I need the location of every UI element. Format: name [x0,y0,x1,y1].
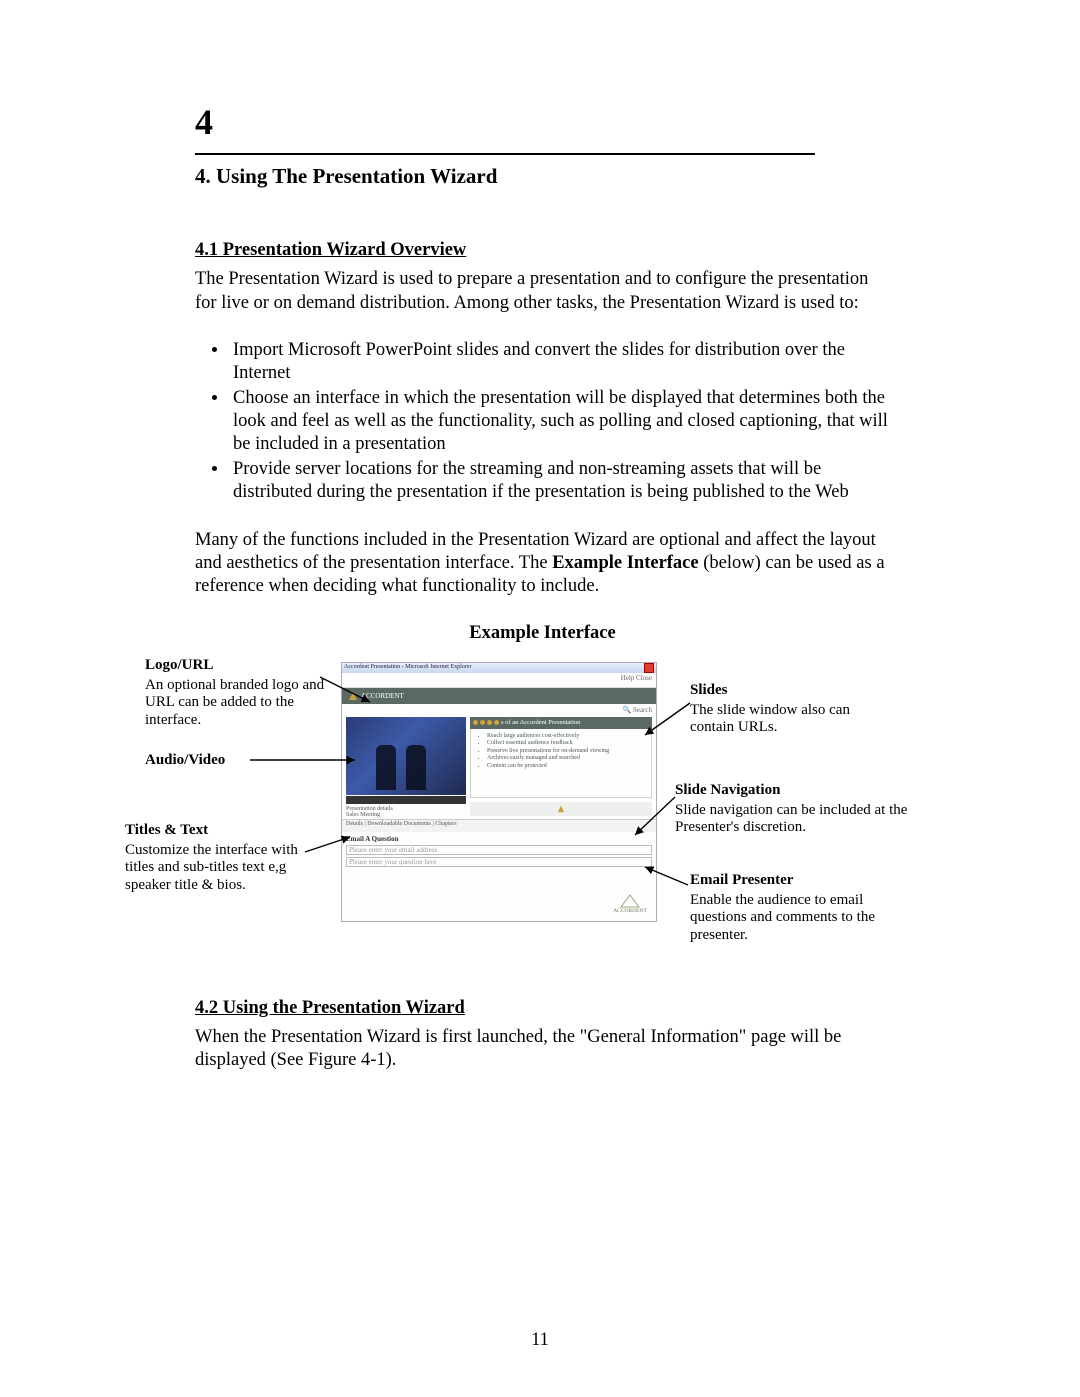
list-item: Provide server locations for the streami… [229,458,890,504]
feature-bullet-list: Import Microsoft PowerPoint slides and c… [195,339,890,505]
video-meta: Presentation details Sales Meeting [346,806,466,819]
section-4-2-paragraph: When the Presentation Wizard is first la… [195,1026,890,1072]
slide-footer [470,802,652,816]
section-title: 4. Using The Presentation Wizard [195,163,890,189]
window-toolbar: Help Close [342,673,656,688]
question-input: Please enter your question here [346,857,652,867]
subsection-4-1-title: 4.1 Presentation Wizard Overview [195,239,890,262]
search-label: Search [633,706,652,714]
brand-bar: ACCORDENT [342,688,656,704]
example-interface-bold: Example Interface [552,553,698,573]
list-item: Import Microsoft PowerPoint slides and c… [229,339,890,385]
callout-title: Slide Navigation [675,782,955,800]
chapter-number: 4 [195,100,890,145]
video-controls [346,796,466,804]
annotated-figure: Logo/URL An optional branded logo and UR… [120,657,950,957]
close-icon [644,663,654,673]
email-address-input: Please enter your email address [346,845,652,855]
callout-titles-text: Titles & Text Customize the interface wi… [125,822,320,895]
brand-name: ACCORDENT [361,692,404,701]
figure-caption: Example Interface [195,622,890,645]
callout-email-presenter: Email Presenter Enable the audience to e… [690,872,910,945]
list-item: Collect essential audience feedback [487,740,645,748]
logo-icon [557,805,565,813]
video-panel: Presentation details Sales Meeting [346,717,466,819]
subsection-4-2-title: 4.2 Using the Presentation Wizard [195,997,890,1020]
callout-text: Customize the interface with titles and … [125,842,320,895]
logo-icon [348,691,358,701]
post-bullet-paragraph: Many of the functions included in the Pr… [195,529,890,598]
text: Presentation details [346,806,466,813]
list-item: Choose an interface in which the present… [229,387,890,456]
section-rule [195,153,815,155]
window-title: Accordent Presentation - Microsoft Inter… [344,664,471,672]
details-tabs: Details | Downloadable Documents | Chapt… [342,819,656,832]
callout-text: The slide window also can contain URLs. [690,702,890,737]
callout-logo-url: Logo/URL An optional branded logo and UR… [145,657,340,730]
list-item: Preserve live presentations for on-deman… [487,748,645,756]
callout-title: Logo/URL [145,657,340,675]
example-interface-screenshot: Accordent Presentation - Microsoft Inter… [341,662,657,922]
document-page: 4 4. Using The Presentation Wizard 4.1 P… [0,0,1080,1397]
callout-slide-navigation: Slide Navigation Slide navigation can be… [675,782,955,837]
search-bar: 🔍 Search [342,704,656,717]
video-frame [346,717,466,795]
callout-audio-video: Audio/Video [145,752,340,772]
callout-text: Slide navigation can be included at the … [675,802,955,837]
callout-title: Titles & Text [125,822,320,840]
callout-slides: Slides The slide window also can contain… [690,682,890,737]
email-question-label: Email A Question [346,835,652,844]
email-question-panel: Email A Question Please enter your email… [342,832,656,872]
slide-title: s of an Accordent Presentation [501,719,580,727]
callout-title: Audio/Video [145,752,340,770]
callout-title: Slides [690,682,890,700]
text: Sales Meeting [346,812,466,819]
callout-text: An optional branded logo and URL can be … [145,677,340,730]
intro-paragraph: The Presentation Wizard is used to prepa… [195,268,890,314]
callout-title: Email Presenter [690,872,910,890]
page-number: 11 [0,1329,1080,1352]
corner-logo: ACCORDENT [608,891,652,917]
list-item: Archives easily managed and searched [487,755,645,763]
slide-panel: s of an Accordent Presentation Reach lar… [470,717,652,819]
corner-logo-text: ACCORDENT [613,908,647,915]
slide-content: Reach large audiences cost-effectively C… [470,729,652,798]
callout-text: Enable the audience to email questions a… [690,892,910,945]
list-item: Content can be protected [487,763,645,771]
